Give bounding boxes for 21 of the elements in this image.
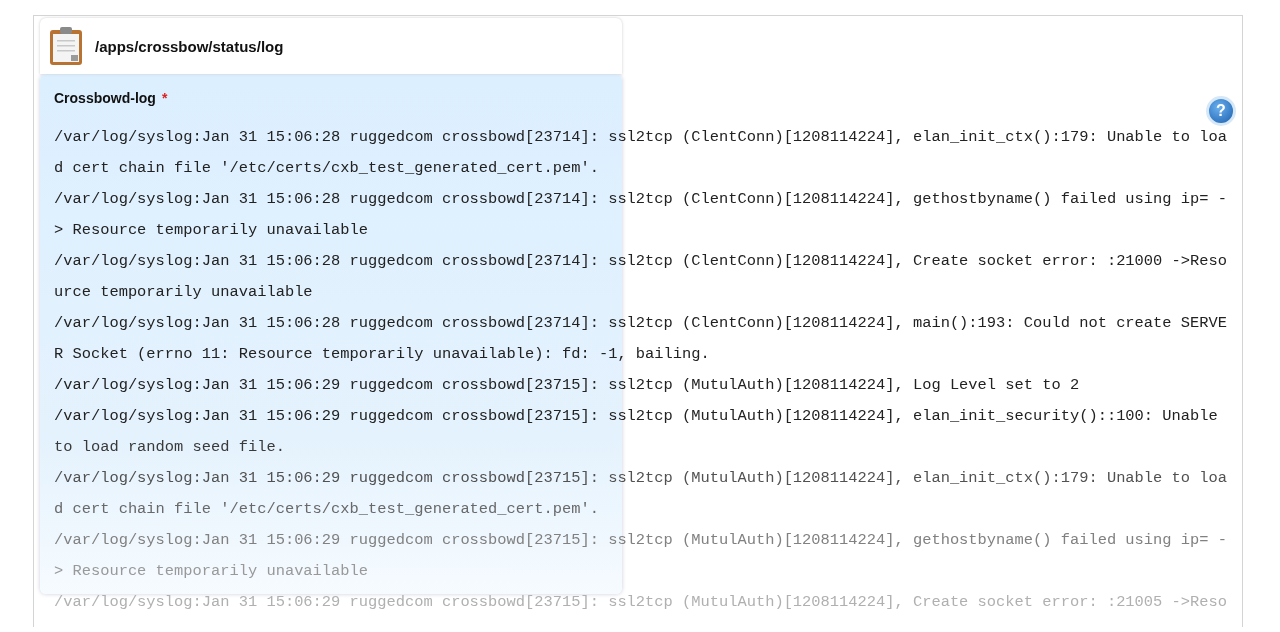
log-line: /var/log/syslog:Jan 31 15:06:29 ruggedcom crossbowd[23715]: ssl2tcp (MutulAuth)[1208114224], gethostbyname() failed using ip= - [54, 530, 1228, 551]
log-line: /var/log/syslog:Jan 31 15:06:29 ruggedcom crossbowd[23715]: ssl2tcp (MutulAuth)[1208114224], elan_init_security()::100: Unable [54, 406, 1219, 427]
log-title: Crossbowd-log [54, 90, 156, 106]
clipboard-icon [49, 26, 83, 66]
log-line: to load random seed file. [54, 437, 286, 458]
log-line: /var/log/syslog:Jan 31 15:06:28 ruggedcom crossbowd[23714]: ssl2tcp (ClentConn)[1208114224], main():193: Could not create SERVE [54, 313, 1228, 334]
help-button[interactable]: ? [1206, 96, 1236, 126]
log-line: /var/log/syslog:Jan 31 15:06:29 ruggedcom crossbowd[23715]: ssl2tcp (MutulAuth)[1208114224], elan_init_ctx():179: Unable to loa [54, 468, 1228, 489]
log-line: R Socket (errno 11: Resource temporarily unavailable): fd: -1, bailing. [54, 344, 711, 365]
log-line: /var/log/syslog:Jan 31 15:06:29 ruggedcom crossbowd[23715]: ssl2tcp (MutulAuth)[1208114224], Create socket error: :21005 ->Reso [54, 592, 1228, 613]
log-line: > Resource temporarily unavailable [54, 561, 370, 582]
log-line: urce temporarily unavailable [54, 282, 314, 303]
log-line: d cert chain file '/etc/certs/cxb_test_generated_cert.pem'. [54, 158, 600, 179]
log-line: /var/log/syslog:Jan 31 15:06:29 ruggedcom crossbowd[23715]: ssl2tcp (MutulAuth)[1208114224], Log Level set to 2 [54, 375, 1081, 396]
log-line: /var/log/syslog:Jan 31 15:06:28 ruggedcom crossbowd[23714]: ssl2tcp (ClentConn)[1208114224], gethostbyname() failed using ip= - [54, 189, 1228, 210]
log-line: > Resource temporarily unavailable [54, 220, 370, 241]
required-mark: * [161, 90, 168, 106]
log-line: /var/log/syslog:Jan 31 15:06:28 ruggedcom crossbowd[23714]: ssl2tcp (ClentConn)[1208114224], elan_init_ctx():179: Unable to loa [54, 127, 1228, 148]
log-line: d cert chain file '/etc/certs/cxb_test_generated_cert.pem'. [54, 499, 600, 520]
log-line: /var/log/syslog:Jan 31 15:06:28 ruggedcom crossbowd[23714]: ssl2tcp (ClentConn)[1208114224], Create socket error: :21000 ->Reso [54, 251, 1228, 272]
page-title: /apps/crossbow/status/log [95, 37, 284, 55]
